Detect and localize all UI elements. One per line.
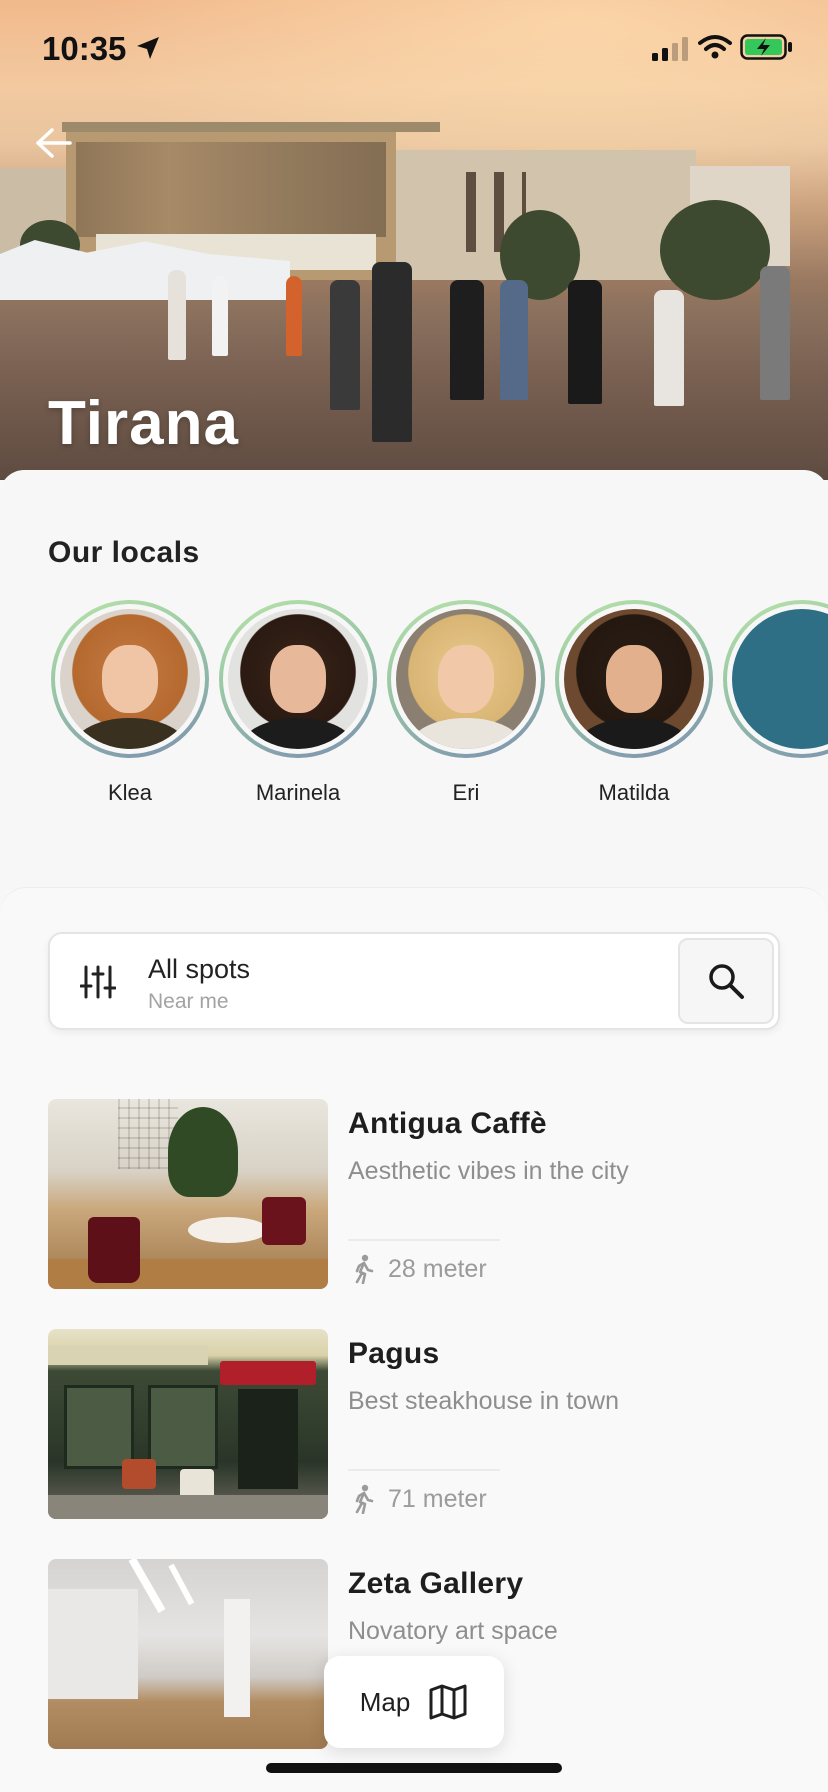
battery-charging-icon	[740, 34, 792, 60]
locals-carousel[interactable]: Klea Marinela Eri Matilda	[48, 600, 828, 820]
locals-title: Our locals	[48, 536, 200, 569]
local-profile-partial[interactable]	[720, 600, 828, 758]
spot-card-pagus[interactable]: Pagus Best steakhouse in town 71 meter	[48, 1329, 780, 1519]
local-profile-eri[interactable]: Eri	[384, 600, 548, 806]
locals-section: Our locals Klea Marinela Eri Matilda	[0, 470, 828, 890]
spot-name: Antigua Caffè	[348, 1107, 547, 1140]
walking-person-icon	[355, 1254, 374, 1284]
local-name: Eri	[452, 780, 480, 805]
avatar	[564, 609, 704, 749]
home-indicator[interactable]	[266, 1763, 562, 1773]
wifi-icon	[698, 35, 732, 59]
spot-name: Pagus	[348, 1337, 440, 1370]
local-profile-klea[interactable]: Klea	[48, 600, 212, 806]
divider	[348, 1239, 500, 1241]
back-arrow-icon[interactable]	[34, 126, 74, 160]
map-button-label: Map	[359, 1686, 411, 1717]
avatar	[396, 609, 536, 749]
sliders-icon[interactable]	[80, 964, 116, 1000]
search-button[interactable]	[678, 938, 774, 1024]
avatar	[60, 609, 200, 749]
status-time: 10:35	[42, 30, 127, 67]
spot-distance: 28 meter	[388, 1255, 487, 1283]
spot-thumbnail	[48, 1329, 328, 1519]
map-button[interactable]: Map	[324, 1656, 504, 1748]
spot-card-antigua-caffe[interactable]: Antigua Caffè Aesthetic vibes in the cit…	[48, 1099, 780, 1289]
local-name: Marinela	[255, 780, 341, 805]
status-bar: 10:35	[0, 0, 828, 100]
filter-title: All spots	[148, 954, 251, 984]
spot-description: Aesthetic vibes in the city	[348, 1157, 629, 1185]
local-profile-matilda[interactable]: Matilda	[552, 600, 716, 806]
spot-name: Zeta Gallery	[348, 1567, 524, 1600]
spot-filter-bar[interactable]: All spots Near me	[48, 932, 780, 1030]
avatar	[732, 609, 828, 749]
city-title: Tirana	[48, 389, 239, 458]
local-name: Matilda	[598, 780, 670, 805]
spot-description: Novatory art space	[348, 1617, 558, 1645]
avatar-ring	[51, 600, 209, 758]
local-profile-marinela[interactable]: Marinela	[216, 600, 380, 806]
search-icon	[709, 964, 744, 999]
location-arrow-icon	[137, 37, 159, 59]
filter-subtitle: Near me	[148, 990, 229, 1013]
spot-distance: 71 meter	[388, 1485, 487, 1513]
local-name: Klea	[107, 780, 153, 805]
spot-description: Best steakhouse in town	[348, 1387, 619, 1415]
walking-person-icon	[355, 1484, 374, 1514]
map-icon	[429, 1684, 467, 1720]
divider	[348, 1469, 500, 1471]
cellular-signal-icon	[652, 37, 688, 61]
spot-thumbnail	[48, 1099, 328, 1289]
avatar	[228, 609, 368, 749]
spot-thumbnail	[48, 1559, 328, 1749]
